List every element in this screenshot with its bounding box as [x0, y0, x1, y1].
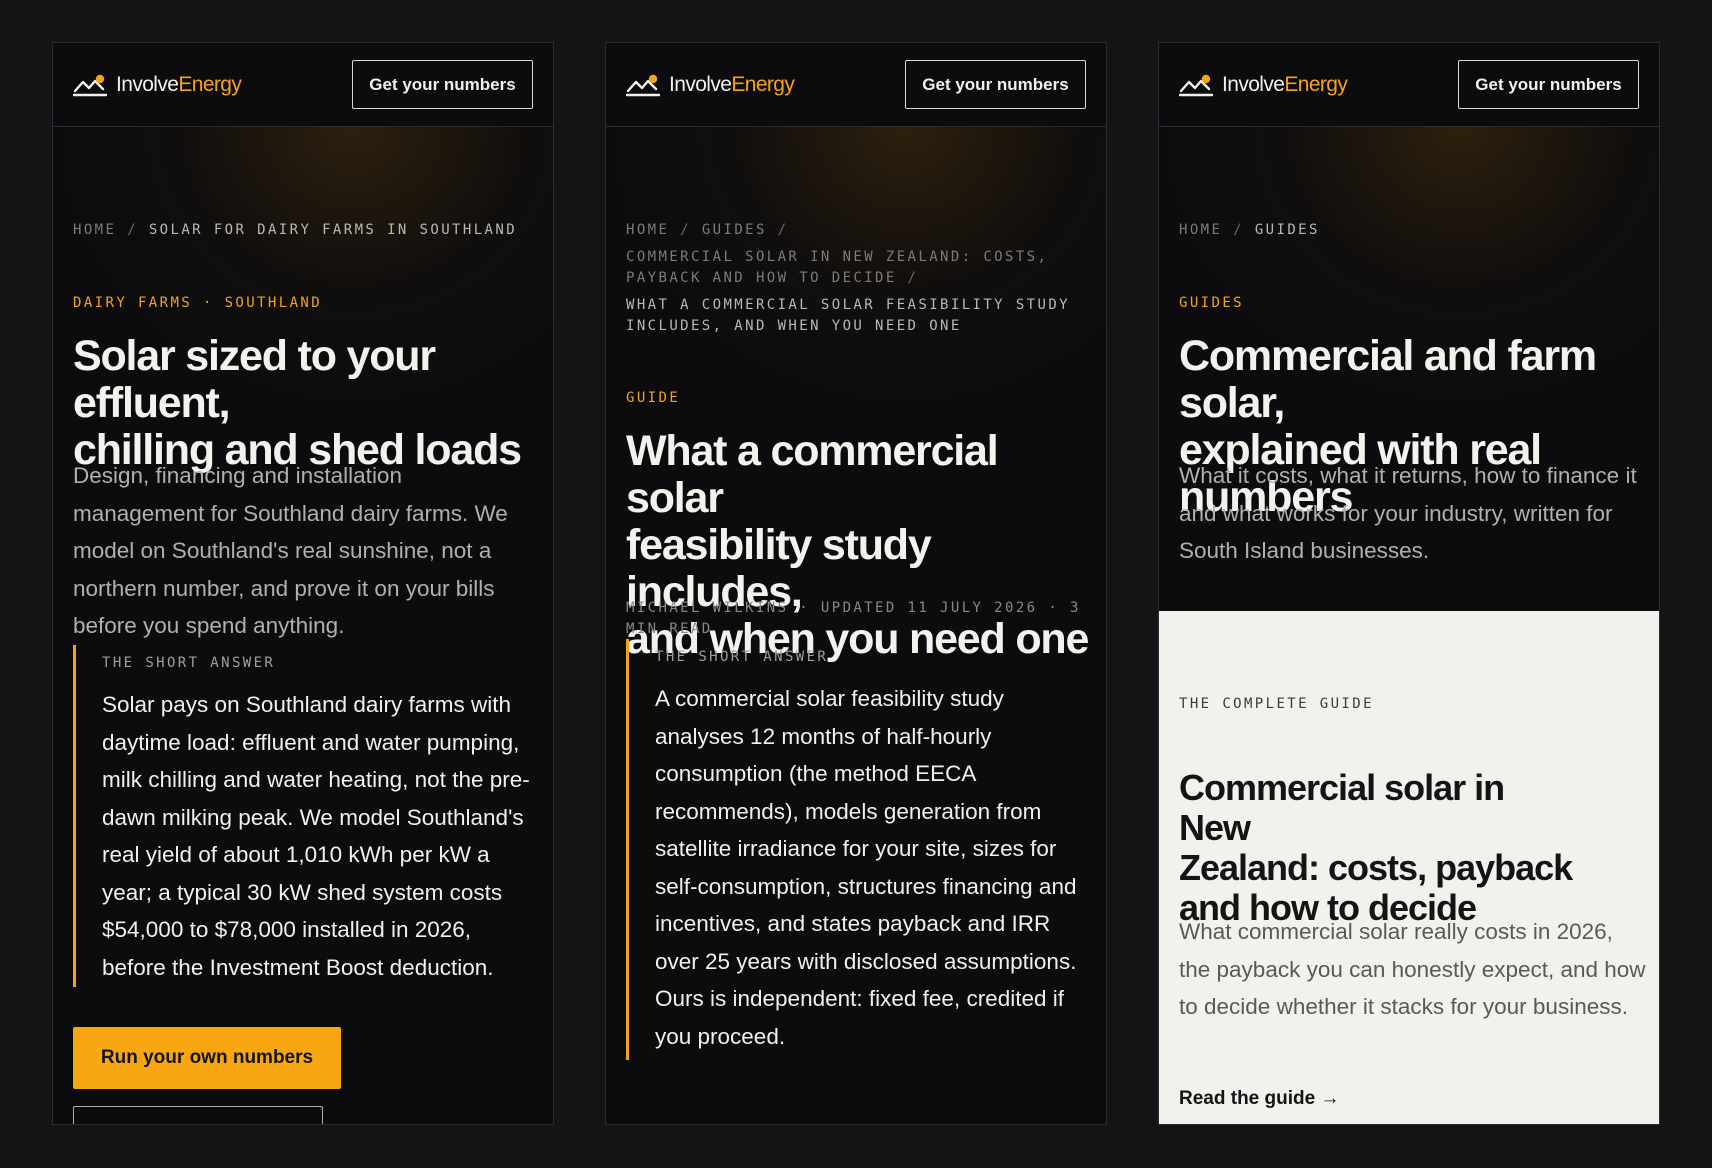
run-numbers-button[interactable]: Run your own numbers	[73, 1027, 341, 1089]
breadcrumb-current: SOLAR FOR DAIRY FARMS IN SOUTHLAND	[148, 222, 518, 238]
brand-logo[interactable]: InvolveEnergy	[626, 73, 795, 97]
eyebrow-category: GUIDE	[626, 390, 681, 406]
page-lede: What it costs, what it returns, how to f…	[1179, 463, 1637, 563]
breadcrumb-current: INCLUDES, AND WHEN YOU NEED ONE	[626, 318, 962, 334]
site-header: InvolveEnergy Get your numbers	[53, 43, 553, 127]
page-title: Solar sized to your effluent, chilling a…	[73, 333, 543, 474]
brand-name-b: Energy	[731, 73, 795, 96]
breadcrumb-parent[interactable]: COMMERCIAL SOLAR IN NEW ZEALAND: COSTS,	[626, 247, 1096, 268]
mountain-sun-icon	[73, 74, 107, 97]
byline-line: MIN READ	[626, 621, 713, 637]
breadcrumb-current: WHAT A COMMERCIAL SOLAR FEASIBILITY STUD…	[626, 297, 1070, 313]
page-title-line: Commercial and farm solar,	[1179, 332, 1597, 427]
brand-name-b: Energy	[178, 73, 242, 96]
breadcrumb-separator: /	[896, 270, 919, 286]
breadcrumb-home[interactable]: HOME	[73, 222, 116, 238]
secondary-button[interactable]	[73, 1106, 323, 1124]
brand-name-a: Involve	[116, 73, 179, 96]
brand-name-b: Energy	[1284, 73, 1348, 96]
breadcrumb: HOME / GUIDES / COMMERCIAL SOLAR IN NEW …	[626, 220, 1096, 337]
eyebrow-category: GUIDES	[1179, 295, 1244, 311]
brand-wordmark: InvolveEnergy	[116, 73, 242, 97]
page-preview-feasibility-guide: InvolveEnergy Get your numbers HOME / GU…	[605, 42, 1107, 1125]
page-title-line: What a commercial solar	[626, 427, 999, 522]
get-numbers-button[interactable]: Get your numbers	[352, 60, 533, 109]
site-header: InvolveEnergy Get your numbers	[606, 43, 1106, 127]
featured-guide-card[interactable]: THE COMPLETE GUIDE Commercial solar in N…	[1159, 611, 1659, 1124]
short-answer-label: THE SHORT ANSWER	[655, 649, 829, 665]
brand-wordmark: InvolveEnergy	[669, 73, 795, 97]
featured-guide-description: What commercial solar really costs in 20…	[1179, 919, 1646, 1019]
short-answer-text: A commercial solar feasibility study ana…	[655, 686, 1077, 1049]
byline-line: MICHAEL WILKINS · UPDATED 11 JULY 2026 ·…	[626, 600, 1081, 616]
breadcrumb-separator: /	[766, 222, 789, 238]
breadcrumb-guides[interactable]: GUIDES	[702, 222, 767, 238]
short-answer-text: Solar pays on Southland dairy farms with…	[102, 692, 530, 980]
short-answer-callout: THE SHORT ANSWER A commercial solar feas…	[626, 639, 1088, 1060]
breadcrumb-separator: /	[1233, 222, 1255, 238]
short-answer-label: THE SHORT ANSWER	[102, 655, 276, 671]
featured-guide-title-line: Commercial solar in New	[1179, 767, 1505, 848]
get-numbers-button[interactable]: Get your numbers	[905, 60, 1086, 109]
featured-guide-label: THE COMPLETE GUIDE	[1179, 696, 1374, 712]
brand-wordmark: InvolveEnergy	[1222, 73, 1348, 97]
featured-guide-title-line: Zealand: costs, payback	[1179, 847, 1573, 888]
page-preview-dairy-farms: InvolveEnergy Get your numbers HOME / SO…	[52, 42, 554, 1125]
breadcrumb: HOME / GUIDES	[1179, 220, 1649, 241]
mountain-sun-icon	[626, 74, 660, 97]
breadcrumb-parent[interactable]: PAYBACK AND HOW TO DECIDE	[626, 270, 897, 286]
brand-logo[interactable]: InvolveEnergy	[73, 73, 242, 97]
brand-name-a: Involve	[1222, 73, 1285, 96]
brand-logo[interactable]: InvolveEnergy	[1179, 73, 1348, 97]
eyebrow-category: DAIRY FARMS · SOUTHLAND	[73, 295, 323, 311]
page-lede: Design, financing and installation manag…	[73, 463, 508, 638]
article-byline: MICHAEL WILKINS · UPDATED 11 JULY 2026 ·…	[626, 598, 1096, 640]
get-numbers-button[interactable]: Get your numbers	[1458, 60, 1639, 109]
read-guide-link[interactable]: Read the guide →	[1179, 1088, 1339, 1110]
breadcrumb-separator: /	[669, 222, 702, 238]
breadcrumb: HOME / SOLAR FOR DAIRY FARMS IN SOUTHLAN…	[73, 220, 543, 241]
featured-guide-title: Commercial solar in New Zealand: costs, …	[1179, 768, 1579, 928]
mountain-sun-icon	[1179, 74, 1213, 97]
site-header: InvolveEnergy Get your numbers	[1159, 43, 1659, 127]
breadcrumb-home[interactable]: HOME	[1179, 222, 1222, 238]
page-preview-guides-index: InvolveEnergy Get your numbers HOME / GU…	[1158, 42, 1660, 1125]
breadcrumb-home[interactable]: HOME	[626, 222, 669, 238]
page-title-line: Solar sized to your effluent,	[73, 332, 436, 427]
breadcrumb-current: GUIDES	[1254, 222, 1320, 238]
breadcrumb-separator: /	[127, 222, 149, 238]
short-answer-callout: THE SHORT ANSWER Solar pays on Southland…	[73, 645, 535, 987]
brand-name-a: Involve	[669, 73, 732, 96]
